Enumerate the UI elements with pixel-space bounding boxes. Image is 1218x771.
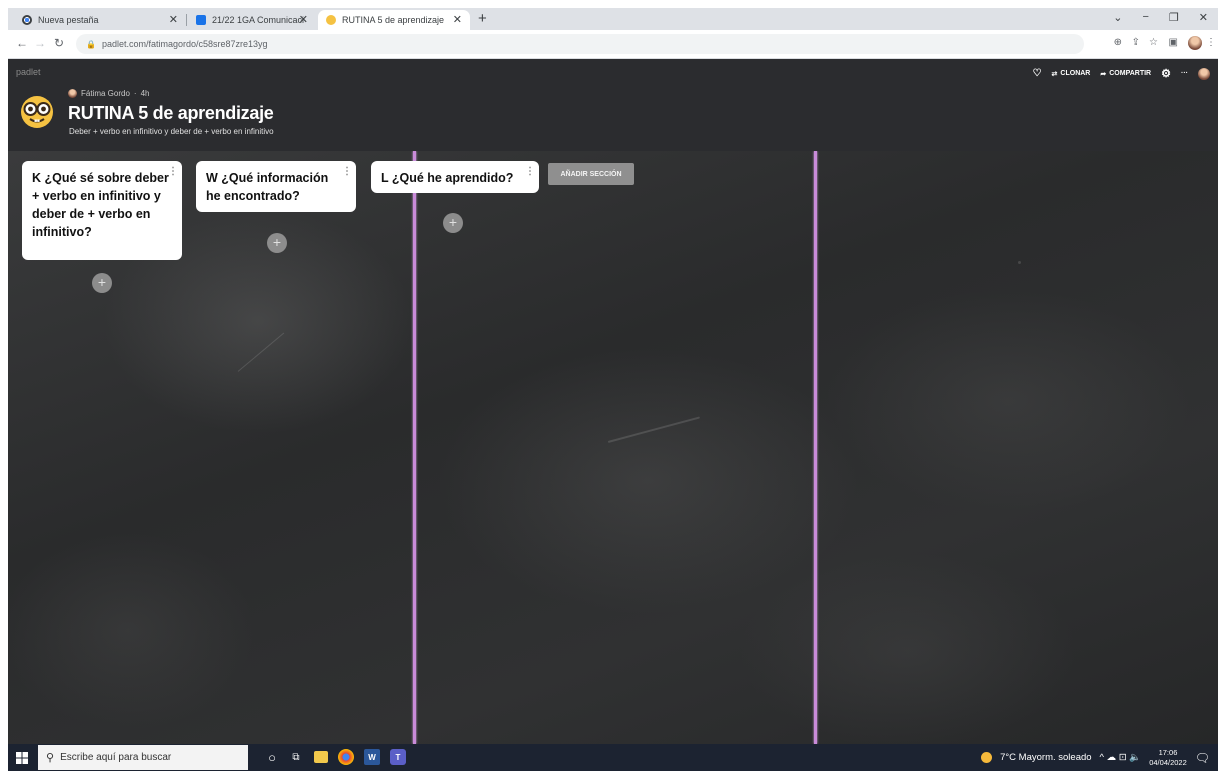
author-avatar [68,89,77,98]
file-explorer-icon[interactable] [314,751,328,763]
install-icon[interactable]: ⊕ [1114,37,1122,48]
notification-icon[interactable]: 🗨 [1195,751,1210,765]
board-title: RUTINA 5 de aprendizaje [68,103,274,123]
add-post-button[interactable]: + [443,213,463,233]
restore-button[interactable]: ❐ [1169,11,1179,24]
padlet-emoji-icon [326,15,336,25]
padlet-header: padlet ♡ ⇄ CLONAR ➦ COMPARTIR ⚙ ··· Fáti… [8,59,1218,151]
share-button[interactable]: ➦ COMPARTIR [1100,70,1151,78]
author-name: Fátima Gordo [81,89,130,98]
search-icon: ⚲ [46,752,55,764]
close-window-button[interactable]: ✕ [1199,11,1208,24]
kebab-menu-icon[interactable]: ⋮ [342,165,352,180]
chalk-smudge [607,416,701,443]
sidepanel-icon[interactable]: ▣ [1169,37,1178,48]
url-text: padlet.com/fatimagordo/c58sre87zre13yg [101,39,268,49]
weather-text[interactable]: 7°C Mayorm. soleado [1000,752,1091,763]
close-tab-icon[interactable]: ✕ [169,13,178,26]
add-section-button[interactable]: AÑADIR SECCIÓN [548,163,634,185]
clock[interactable]: 17:06 04/04/2022 [1149,748,1187,768]
tab-label: RUTINA 5 de aprendizaje [342,15,445,25]
minimize-button[interactable]: − [1142,11,1148,24]
section-l-header[interactable]: L ¿Qué he aprendido? ⋮ [371,161,539,193]
section-w-header[interactable]: W ¿Qué información he encontrado? ⋮ [196,161,356,212]
word-icon[interactable]: W [364,749,380,765]
gear-icon[interactable]: ⚙ [1161,67,1171,80]
cortana-icon[interactable]: ○ [264,749,280,765]
forward-arrow-icon[interactable]: → [34,36,46,50]
weather-sun-icon [981,752,993,763]
lock-icon: 🔒 [86,39,96,49]
task-view-icon[interactable]: ⧉ [288,749,304,765]
add-post-button[interactable]: + [92,273,112,293]
tab-classroom[interactable]: 21/22 1GA Comunicación 1º GA ✕ [188,10,316,30]
board-wall: K ¿Qué sé sobre deber + verbo en infinit… [8,151,1218,744]
new-tab-button[interactable]: + [478,10,487,27]
kebab-menu-icon[interactable]: ⋮ [168,165,178,180]
header-actions: ♡ ⇄ CLONAR ➦ COMPARTIR ⚙ ··· [1033,67,1210,80]
address-bar[interactable]: 🔒 padlet.com/fatimagordo/c58sre87zre13yg [76,34,1084,54]
clock-time: 17:06 [1158,747,1178,757]
chalk-smudge [1018,261,1021,264]
section-k-title: K ¿Qué sé sobre deber + verbo en infinit… [32,171,169,240]
chalk-divider-line [413,151,416,744]
separator-dot: · [133,89,137,98]
windows-start-button[interactable] [8,744,36,771]
share-page-icon[interactable]: ⇪ [1132,37,1140,48]
chalk-divider-line [814,151,817,744]
board-description: Deber + verbo en infinitivo y deber de +… [69,127,274,136]
chalk-smudge [237,332,285,372]
windows-taskbar: ⚲ Escribe aquí para buscar ○ ⧉ W T 7°C M… [8,744,1218,771]
chrome-icon [22,15,32,25]
kebab-menu-icon[interactable]: ⋮ [525,165,535,180]
browser-toolbar: ← → ↻ 🔒 padlet.com/fatimagordo/c58sre87z… [8,30,1218,59]
author-row: Fátima Gordo · 4h [68,89,149,98]
tab-separator [186,14,187,26]
reload-icon[interactable]: ↻ [54,36,64,50]
section-l-title: L ¿Qué he aprendido? [381,171,514,185]
nerd-face-emoji-icon [21,96,53,128]
browser-window: Nueva pestaña ✕ 21/22 1GA Comunicación 1… [8,8,1218,771]
padlet-logo[interactable]: padlet [16,67,41,77]
window-controls: ⌄ − ❐ ✕ [1113,11,1208,24]
bookmark-star-icon[interactable]: ☆ [1149,37,1158,48]
add-post-button[interactable]: + [267,233,287,253]
system-tray: 7°C Mayorm. soleado ^ ☁ ⊡ 🔈 17:06 04/04/… [981,744,1210,771]
search-placeholder: Escribe aquí para buscar [60,752,172,763]
classroom-icon [196,15,206,25]
chrome-taskbar-icon[interactable] [338,749,354,765]
share-icon: ➦ [1100,70,1107,78]
profile-avatar[interactable] [1188,36,1202,50]
user-avatar[interactable] [1198,67,1210,80]
more-button[interactable]: ··· [1181,70,1188,77]
clone-button[interactable]: ⇄ CLONAR [1052,70,1091,78]
tab-nueva-pestana[interactable]: Nueva pestaña ✕ [14,10,186,30]
windows-logo-icon [16,751,28,764]
taskbar-search-box[interactable]: ⚲ Escribe aquí para buscar [38,745,248,770]
section-k-header[interactable]: K ¿Qué sé sobre deber + verbo en infinit… [22,161,182,260]
clock-date: 04/04/2022 [1149,757,1187,767]
tab-rutina-active[interactable]: RUTINA 5 de aprendizaje ✕ [318,10,470,30]
tab-label: Nueva pestaña [38,15,99,25]
time-ago: 4h [140,89,150,98]
heart-icon[interactable]: ♡ [1033,68,1042,79]
back-arrow-icon[interactable]: ← [16,36,28,50]
teams-icon[interactable]: T [390,749,406,765]
close-tab-icon[interactable]: ✕ [453,13,462,26]
tab-strip: Nueva pestaña ✕ 21/22 1GA Comunicación 1… [8,8,1218,30]
clone-label: CLONAR [1060,70,1091,77]
tray-icons[interactable]: ^ ☁ ⊡ 🔈 [1100,752,1142,763]
share-label: COMPARTIR [1109,70,1152,77]
close-tab-icon[interactable]: ✕ [299,13,308,26]
clone-icon: ⇄ [1051,70,1058,78]
browser-menu-icon[interactable]: ⋮ [1206,37,1216,48]
section-w-title: W ¿Qué información he encontrado? [206,171,329,204]
tab-search-icon[interactable]: ⌄ [1113,11,1122,24]
tab-label: 21/22 1GA Comunicación 1º GA [212,15,304,25]
